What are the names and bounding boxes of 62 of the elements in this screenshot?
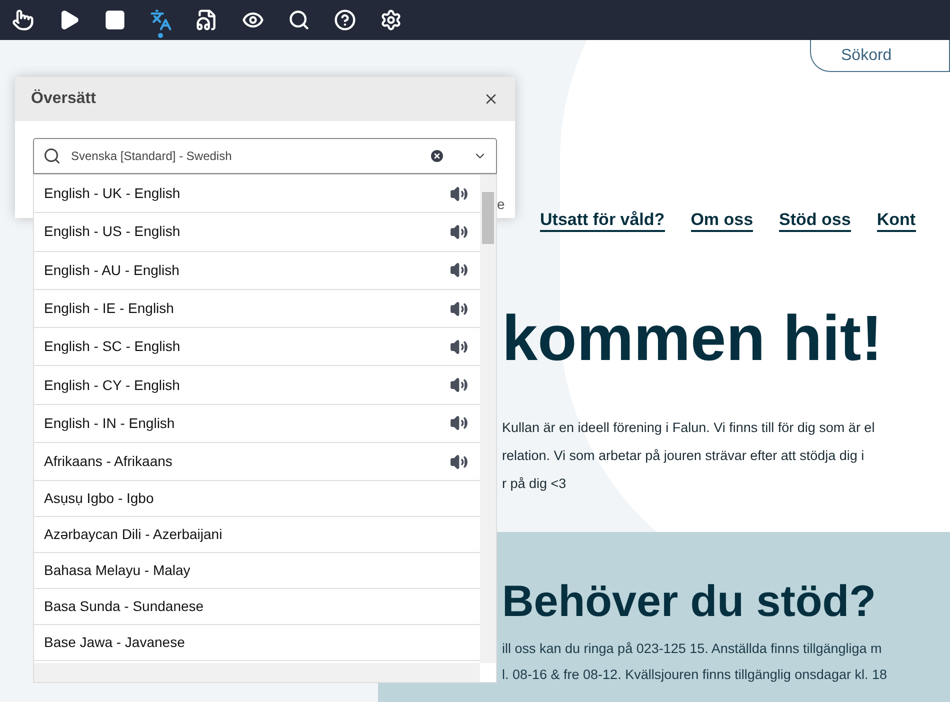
scroll-thumb[interactable] bbox=[482, 192, 494, 244]
language-option[interactable]: English - IN - English bbox=[34, 404, 480, 444]
stop-icon bbox=[104, 9, 126, 31]
language-label: Basa Sunda - Sundanese bbox=[44, 597, 204, 616]
language-option[interactable]: Basa Sunda - Sundanese bbox=[34, 589, 480, 626]
speaker-icon bbox=[450, 338, 468, 356]
speaker-icon bbox=[450, 184, 468, 203]
speaker-icon bbox=[450, 261, 468, 280]
pointer-hand-icon bbox=[12, 9, 34, 31]
language-label: English - UK - English bbox=[44, 184, 180, 204]
language-option[interactable]: English - SC - English bbox=[34, 328, 480, 366]
hero-heading: kommen hit! bbox=[502, 302, 884, 374]
speaker-icon bbox=[450, 300, 468, 318]
language-field[interactable]: Svenska [Standard] - Swedish bbox=[33, 138, 497, 174]
nav-link[interactable]: Utsatt för våld? bbox=[540, 210, 665, 232]
speaker-icon bbox=[450, 452, 468, 471]
language-label: English - US - English bbox=[44, 222, 180, 242]
language-label: Base Jawa - Javanese bbox=[44, 633, 185, 652]
language-label: English - IE - English bbox=[44, 299, 174, 318]
language-option[interactable]: Base Jawa - Javanese bbox=[34, 625, 480, 662]
speaker-icon bbox=[450, 222, 468, 241]
magnifier-icon bbox=[288, 9, 310, 31]
language-label: English - IN - English bbox=[44, 414, 175, 433]
language-value: Svenska [Standard] - Swedish bbox=[71, 148, 233, 165]
search-icon bbox=[43, 147, 61, 165]
language-option[interactable]: Bahasa Melayu - Malay bbox=[34, 553, 480, 590]
paragraph-line: r på dig <3 bbox=[502, 475, 568, 493]
paragraph-line: relation. Vi som arbetar på jouren strävar efter att stödja dig i bbox=[502, 447, 866, 465]
audio-file-icon bbox=[196, 9, 218, 31]
nav-link[interactable]: Stöd oss bbox=[779, 210, 851, 232]
settings-icon bbox=[380, 9, 402, 31]
search-field[interactable]: Sökord bbox=[810, 40, 950, 72]
dialog-hint: e bbox=[497, 196, 505, 212]
horizontal-scrollbar[interactable] bbox=[34, 663, 480, 682]
speaker-icon bbox=[450, 376, 468, 394]
language-option[interactable]: Afrikaans - Afrikaans bbox=[34, 443, 480, 482]
dialog-title: Översätt bbox=[31, 88, 96, 109]
language-label: English - SC - English bbox=[44, 337, 180, 356]
language-label: Bahasa Melayu - Malay bbox=[44, 561, 190, 580]
language-label: English - CY - English bbox=[44, 376, 180, 395]
clear-icon[interactable] bbox=[429, 148, 445, 164]
paragraph-line: Kullan är en ideell förening i Falun. Vi finns till för dig som är el bbox=[502, 419, 876, 437]
vertical-scrollbar[interactable] bbox=[480, 175, 496, 664]
language-label: English - AU - English bbox=[44, 260, 180, 280]
language-option[interactable]: English - AU - English bbox=[34, 252, 480, 290]
language-option[interactable]: English - IE - English bbox=[34, 290, 480, 328]
language-option[interactable]: English - US - English bbox=[34, 213, 480, 252]
language-option[interactable]: Azərbaycan Dili - Azerbaijani bbox=[34, 517, 480, 554]
help-icon bbox=[334, 9, 356, 31]
language-label: Azərbaycan Dili - Azerbaijani bbox=[44, 525, 222, 544]
support-heading: Behöver du stöd? bbox=[502, 576, 878, 628]
nav-link[interactable]: Om oss bbox=[690, 210, 754, 232]
language-label: Afrikaans - Afrikaans bbox=[44, 452, 172, 472]
language-option[interactable]: English - UK - English bbox=[34, 175, 480, 214]
speaker-icon bbox=[450, 414, 468, 432]
paragraph-line: ill oss kan du ringa på 023-125 15. Anställda finns tillgängliga m bbox=[502, 640, 883, 658]
language-option[interactable]: Asụsụ Igbo - Igbo bbox=[34, 481, 480, 518]
paragraph-line: l. 08-16 & fre 08-12. Kvällsjouren finns tillgänglig onsdagar kl. 18 bbox=[502, 666, 888, 684]
nav-link[interactable]: Kont bbox=[876, 210, 916, 232]
translate-icon bbox=[150, 9, 172, 31]
language-option[interactable]: English - CY - English bbox=[34, 366, 480, 405]
language-label: Asụsụ Igbo - Igbo bbox=[44, 489, 154, 508]
